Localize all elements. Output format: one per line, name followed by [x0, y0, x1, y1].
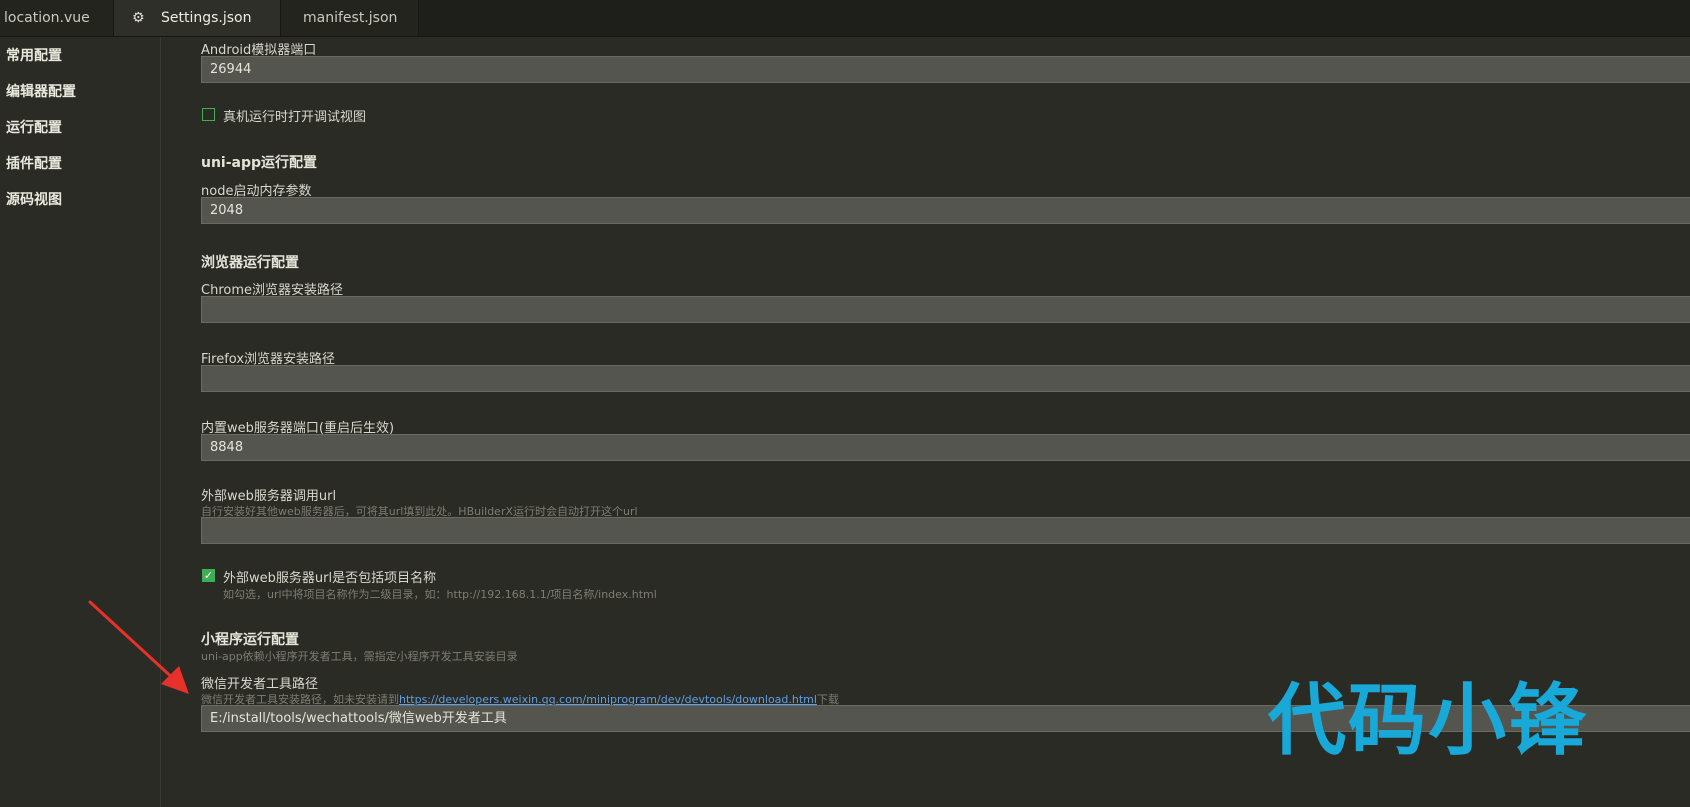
web-port-input[interactable]: 8848 — [201, 434, 1690, 461]
miniprogram-section-title: 小程序运行配置 — [201, 632, 299, 648]
watermark-logo: 代码小锋 — [1268, 676, 1589, 766]
sidebar-item-run[interactable]: 运行配置 — [6, 117, 62, 137]
include-project-checkbox[interactable]: ✓ — [202, 569, 215, 582]
tab-label: Settings.json — [161, 10, 252, 26]
tab-label: manifest.json — [303, 10, 398, 26]
miniprogram-section-desc: uni-app依赖小程序开发者工具，需指定小程序开发工具安装目录 — [201, 650, 518, 663]
include-project-desc: 如勾选，url中将项目名称作为二级目录，如：http://192.168.1.1… — [223, 588, 657, 601]
tab-location-vue[interactable]: location.vue — [0, 0, 114, 36]
external-url-label: 外部web服务器调用url — [201, 489, 337, 504]
debug-view-label: 真机运行时打开调试视图 — [223, 110, 367, 125]
include-project-label: 外部web服务器url是否包括项目名称 — [223, 571, 437, 586]
sidebar-item-source[interactable]: 源码视图 — [6, 189, 62, 209]
browser-section-title: 浏览器运行配置 — [201, 255, 299, 271]
wechat-path-label: 微信开发者工具路径 — [201, 677, 319, 692]
red-arrow-icon — [88, 600, 189, 694]
sidebar-item-plugins[interactable]: 插件配置 — [6, 153, 62, 173]
tab-settings-json[interactable]: ⚙ Settings.json — [114, 0, 281, 36]
firefox-path-input[interactable] — [201, 365, 1690, 392]
tab-label: location.vue — [4, 10, 90, 26]
debug-view-checkbox[interactable] — [202, 108, 215, 121]
tab-manifest-json[interactable]: manifest.json — [281, 0, 419, 36]
sidebar-item-common[interactable]: 常用配置 — [6, 45, 62, 65]
tab-bar: location.vue ⚙ Settings.json manifest.js… — [0, 0, 1690, 37]
android-port-input[interactable]: 26944 — [201, 56, 1690, 83]
gear-icon: ⚙ — [132, 10, 145, 26]
uniapp-section-title: uni-app运行配置 — [201, 155, 318, 171]
chrome-path-input[interactable] — [201, 296, 1690, 323]
external-url-input[interactable] — [201, 517, 1690, 544]
sidebar-item-editor[interactable]: 编辑器配置 — [6, 81, 76, 101]
node-memory-input[interactable]: 2048 — [201, 197, 1690, 224]
